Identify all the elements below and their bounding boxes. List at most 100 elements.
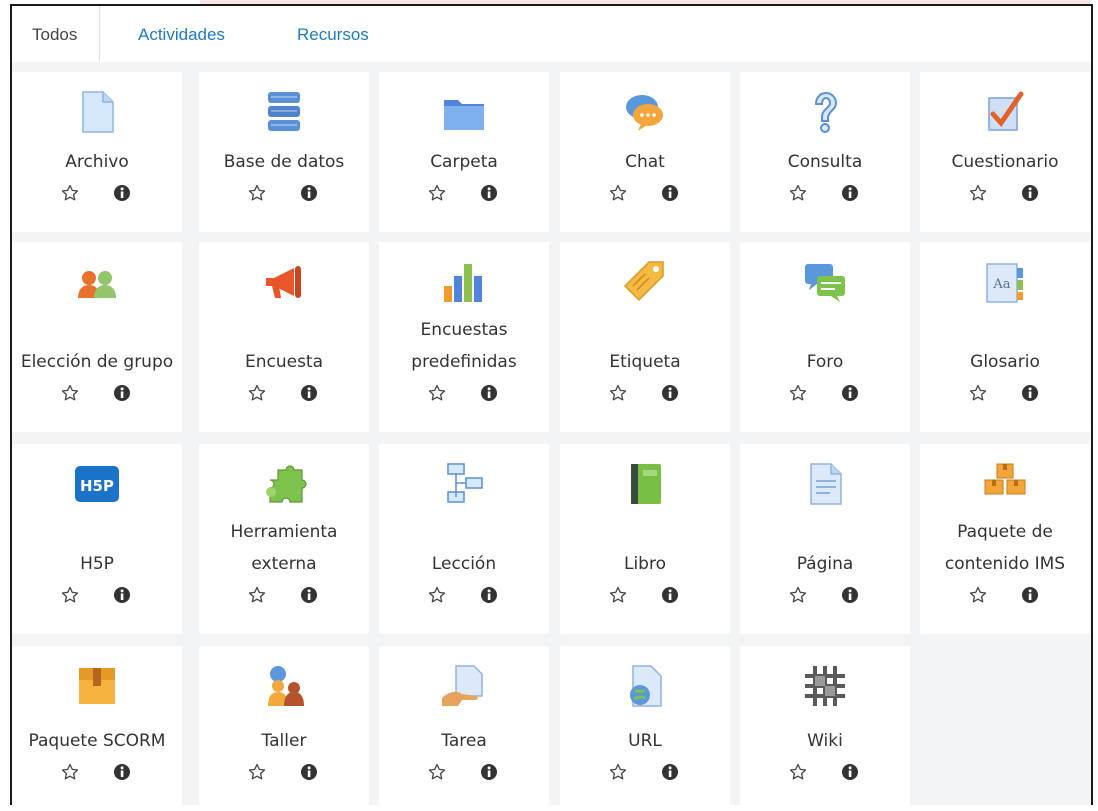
info-icon[interactable] xyxy=(300,763,318,781)
info-icon[interactable] xyxy=(113,763,131,781)
chat-icon xyxy=(621,88,669,136)
star-outline-icon[interactable] xyxy=(609,184,627,202)
info-icon[interactable] xyxy=(661,184,679,202)
module-label: Encuesta xyxy=(244,352,324,372)
info-icon[interactable] xyxy=(300,586,318,604)
star-outline-icon[interactable] xyxy=(248,384,266,402)
star-outline-icon[interactable] xyxy=(248,184,266,202)
module-tile-tarea[interactable]: Tarea xyxy=(379,646,549,811)
star-outline-icon[interactable] xyxy=(609,384,627,402)
info-icon[interactable] xyxy=(480,763,498,781)
info-icon[interactable] xyxy=(1021,384,1039,402)
star-outline-icon[interactable] xyxy=(969,586,987,604)
module-tile-paquete-scorm[interactable]: Paquete SCORM xyxy=(12,646,182,811)
group-choice-icon xyxy=(73,258,121,306)
tab-activities[interactable]: Actividades xyxy=(138,6,225,63)
module-label: Foro xyxy=(806,352,844,372)
module-tile-encuesta[interactable]: Encuesta xyxy=(199,242,369,432)
info-icon[interactable] xyxy=(841,586,859,604)
module-label: Consulta xyxy=(787,152,863,172)
info-icon[interactable] xyxy=(841,384,859,402)
info-icon[interactable] xyxy=(113,384,131,402)
info-icon[interactable] xyxy=(480,586,498,604)
module-tile-base-de-datos[interactable]: Base de datos xyxy=(199,72,369,232)
module-tile-h5p[interactable]: H5P H5P xyxy=(12,444,182,634)
module-tile-libro[interactable]: Libro xyxy=(560,444,730,634)
info-icon[interactable] xyxy=(1021,586,1039,604)
info-icon[interactable] xyxy=(1021,184,1039,202)
module-tile-archivo[interactable]: Archivo xyxy=(12,72,182,232)
info-icon[interactable] xyxy=(300,184,318,202)
module-label: Base de datos xyxy=(223,152,345,172)
star-outline-icon[interactable] xyxy=(428,184,446,202)
lesson-flow-icon xyxy=(440,460,488,508)
module-tile-eleccion-de-grupo[interactable]: Elección de grupo xyxy=(12,242,182,432)
star-outline-icon[interactable] xyxy=(428,763,446,781)
star-outline-icon[interactable] xyxy=(969,184,987,202)
module-tile-herramienta-externa[interactable]: Herramienta externa xyxy=(199,444,369,634)
star-outline-icon[interactable] xyxy=(61,586,79,604)
info-icon[interactable] xyxy=(661,763,679,781)
module-tile-wiki[interactable]: Wiki xyxy=(740,646,910,811)
module-label: Encuestas predefinidas xyxy=(411,320,517,372)
star-outline-icon[interactable] xyxy=(609,586,627,604)
star-outline-icon[interactable] xyxy=(428,586,446,604)
module-tile-pagina[interactable]: Página xyxy=(740,444,910,634)
module-tile-url[interactable]: URL xyxy=(560,646,730,811)
module-tile-carpeta[interactable]: Carpeta xyxy=(379,72,549,232)
module-tile-foro[interactable]: Foro xyxy=(740,242,910,432)
module-label: Etiqueta xyxy=(609,352,681,372)
info-icon[interactable] xyxy=(480,384,498,402)
star-outline-icon[interactable] xyxy=(789,384,807,402)
star-outline-icon[interactable] xyxy=(609,763,627,781)
info-icon[interactable] xyxy=(113,586,131,604)
module-label: Tarea xyxy=(441,731,487,751)
info-icon[interactable] xyxy=(300,384,318,402)
module-label: Paquete SCORM xyxy=(28,731,166,751)
tab-resources[interactable]: Recursos xyxy=(297,6,369,63)
forum-icon xyxy=(801,258,849,306)
info-icon[interactable] xyxy=(480,184,498,202)
module-tile-cuestionario[interactable]: Cuestionario xyxy=(920,72,1090,232)
info-icon[interactable] xyxy=(661,586,679,604)
module-tile-leccion[interactable]: Lección xyxy=(379,444,549,634)
url-icon xyxy=(621,662,669,710)
star-outline-icon[interactable] xyxy=(248,586,266,604)
module-grid: Archivo Base de datos Carpeta Chat Consulta C… xyxy=(12,62,1091,811)
star-outline-icon[interactable] xyxy=(428,384,446,402)
module-label: Cuestionario xyxy=(951,152,1059,172)
module-tile-consulta[interactable]: Consulta xyxy=(740,72,910,232)
module-tile-chat[interactable]: Chat xyxy=(560,72,730,232)
tag-icon xyxy=(621,258,669,306)
star-outline-icon[interactable] xyxy=(248,763,266,781)
module-label: H5P xyxy=(80,554,114,574)
module-label: Taller xyxy=(261,731,307,751)
star-outline-icon[interactable] xyxy=(969,384,987,402)
module-label: Paquete de contenido IMS xyxy=(944,522,1066,574)
star-outline-icon[interactable] xyxy=(61,184,79,202)
module-tile-etiqueta[interactable]: Etiqueta xyxy=(560,242,730,432)
page-icon xyxy=(801,460,849,508)
glossary-icon: Aa xyxy=(981,258,1029,306)
info-icon[interactable] xyxy=(113,184,131,202)
star-outline-icon[interactable] xyxy=(61,763,79,781)
module-tile-paquete-de-contenido-ims[interactable]: Paquete de contenido IMS xyxy=(920,444,1090,634)
module-label: Chat xyxy=(625,152,665,172)
star-outline-icon[interactable] xyxy=(789,184,807,202)
tab-all[interactable]: Todos xyxy=(12,6,101,64)
info-icon[interactable] xyxy=(841,763,859,781)
module-tile-glosario[interactable]: Aa Glosario xyxy=(920,242,1090,432)
module-label: Elección de grupo xyxy=(20,352,174,372)
module-tile-taller[interactable]: Taller xyxy=(199,646,369,811)
megaphone-icon xyxy=(260,258,308,306)
ims-package-icon xyxy=(981,460,1029,508)
database-icon xyxy=(260,88,308,136)
star-outline-icon[interactable] xyxy=(61,384,79,402)
info-icon[interactable] xyxy=(661,384,679,402)
module-tile-encuestas-predefinidas[interactable]: Encuestas predefinidas xyxy=(379,242,549,432)
star-outline-icon[interactable] xyxy=(789,586,807,604)
wiki-icon xyxy=(801,662,849,710)
module-label: Herramienta externa xyxy=(230,522,338,574)
star-outline-icon[interactable] xyxy=(789,763,807,781)
info-icon[interactable] xyxy=(841,184,859,202)
